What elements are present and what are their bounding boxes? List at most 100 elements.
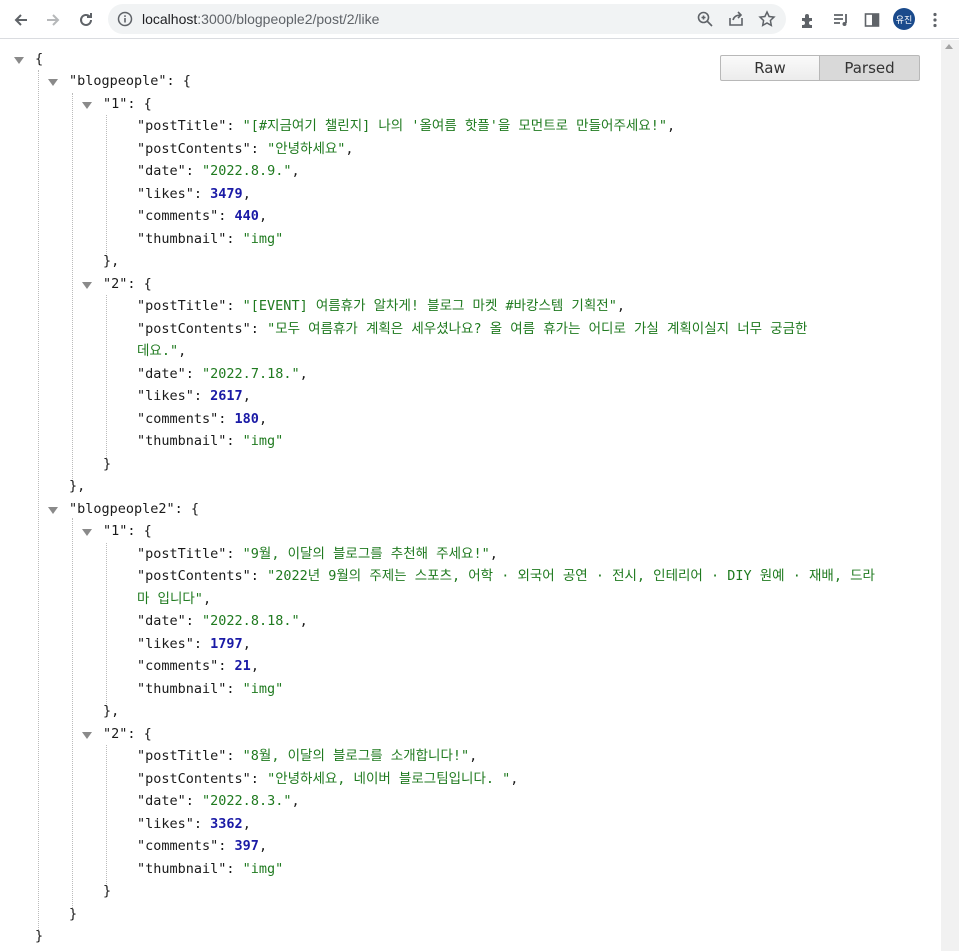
json-key: "postContents": [137, 771, 251, 787]
json-brace: },: [103, 253, 120, 269]
json-key: "likes": [137, 186, 194, 202]
json-number-value: 21: [234, 658, 251, 674]
json-key: "date": [137, 366, 186, 382]
menu-kebab-icon[interactable]: [922, 7, 948, 33]
json-brace: }: [103, 883, 112, 899]
json-line: "comments": 397,: [137, 838, 268, 854]
address-bar[interactable]: localhost:3000/blogpeople2/post/2/like: [108, 4, 786, 34]
url-host: localhost: [142, 11, 198, 27]
json-number-value: 397: [234, 838, 259, 854]
json-string-value: "img": [242, 231, 284, 247]
json-line: "thumbnail": "img": [137, 433, 284, 449]
json-key: "1": [103, 523, 128, 539]
json-key: "likes": [137, 636, 194, 652]
json-number-value: 3479: [210, 186, 243, 202]
json-string-value: "2022.7.18.": [202, 366, 300, 382]
collapse-arrow-icon[interactable]: [14, 57, 24, 64]
json-line: "comments": 440,: [137, 208, 268, 224]
json-line: "2": {: [103, 726, 152, 742]
json-brace: }: [35, 928, 44, 944]
json-string-value: 데요.": [137, 343, 179, 359]
json-key: "postContents": [137, 321, 251, 337]
json-line: 데요.",: [137, 343, 187, 359]
profile-avatar[interactable]: 유진: [893, 8, 915, 30]
json-brace: {: [35, 51, 44, 67]
indent-guide: [72, 518, 73, 908]
raw-button[interactable]: Raw: [720, 55, 820, 81]
json-line: "likes": 2617,: [137, 388, 251, 404]
json-number-value: 1797: [210, 636, 243, 652]
json-number-value: 180: [234, 411, 259, 427]
json-line: "postTitle": "9월, 이달의 블로그를 추천해 주세요!",: [137, 546, 498, 562]
url-path: :3000/blogpeople2/post/2/like: [197, 11, 380, 27]
indent-guide: [106, 295, 107, 460]
json-number-value: 2617: [210, 388, 243, 404]
json-brace: }: [69, 906, 78, 922]
bookmark-star-icon[interactable]: [758, 10, 776, 28]
json-string-value: "안녕하세요": [267, 141, 346, 157]
json-brace: },: [103, 703, 120, 719]
collapse-arrow-icon[interactable]: [82, 282, 92, 289]
browser-toolbar: localhost:3000/blogpeople2/post/2/like 유…: [0, 0, 959, 39]
url-text: localhost:3000/blogpeople2/post/2/like: [142, 11, 379, 27]
collapse-arrow-icon[interactable]: [82, 529, 92, 536]
share-icon[interactable]: [727, 10, 745, 28]
json-line: "likes": 3479,: [137, 186, 251, 202]
json-line: "2": {: [103, 276, 152, 292]
indent-guide: [38, 70, 39, 930]
json-line: "1": {: [103, 96, 152, 112]
json-line: "thumbnail": "img": [137, 681, 284, 697]
view-mode-toggle: Raw Parsed: [720, 55, 920, 81]
json-key: "date": [137, 793, 186, 809]
json-line: 마 입니다",: [137, 591, 212, 607]
json-line: "postContents": "안녕하세요",: [137, 141, 354, 157]
json-viewer: Raw Parsed { "blogpeople": { "1": { "pos…: [0, 40, 941, 951]
json-key: "postTitle": [137, 118, 227, 134]
json-key: "thumbnail": [137, 861, 227, 877]
indent-guide: [106, 543, 107, 708]
json-line: "date": "2022.8.3.",: [137, 793, 300, 809]
json-line: "postContents": "2022년 9월의 주제는 스포츠, 어학 ·…: [137, 568, 875, 584]
json-key: "thumbnail": [137, 681, 227, 697]
json-string-value: "2022.8.9.": [202, 163, 292, 179]
indent-guide: [106, 115, 107, 258]
collapse-arrow-icon[interactable]: [82, 732, 92, 739]
back-icon[interactable]: [8, 7, 34, 33]
json-key: "comments": [137, 208, 219, 224]
json-line: "postContents": "모두 여름휴가 계획은 세우셨나요? 올 여름…: [137, 321, 808, 337]
json-key: "blogpeople": [69, 73, 167, 89]
json-key: "postContents": [137, 568, 251, 584]
json-line: "likes": 3362,: [137, 816, 251, 832]
json-string-value: "img": [242, 433, 284, 449]
media-control-icon[interactable]: [828, 7, 854, 33]
json-string-value: "9월, 이달의 블로그를 추천해 주세요!": [242, 546, 490, 562]
collapse-arrow-icon[interactable]: [82, 102, 92, 109]
side-panel-icon[interactable]: [859, 7, 885, 33]
json-string-value: "2022년 9월의 주제는 스포츠, 어학 · 외국어 공연 · 전시, 인테…: [267, 568, 875, 584]
json-key: "postTitle": [137, 748, 227, 764]
parsed-button[interactable]: Parsed: [820, 55, 920, 81]
zoom-icon[interactable]: [696, 10, 714, 28]
scroll-up-arrow-icon[interactable]: [945, 44, 953, 49]
reload-icon[interactable]: [73, 7, 99, 33]
json-line: "thumbnail": "img": [137, 861, 284, 877]
collapse-arrow-icon[interactable]: [48, 79, 58, 86]
info-icon[interactable]: [117, 11, 133, 32]
json-key: "postContents": [137, 141, 251, 157]
json-key: "blogpeople2": [69, 501, 175, 517]
json-number-value: 3362: [210, 816, 243, 832]
collapse-arrow-icon[interactable]: [48, 507, 58, 514]
extensions-icon[interactable]: [795, 7, 821, 33]
json-key: "thumbnail": [137, 231, 227, 247]
json-key: "postTitle": [137, 298, 227, 314]
json-string-value: "안녕하세요, 네이버 블로그팀입니다. ": [267, 771, 511, 787]
json-line: "comments": 180,: [137, 411, 268, 427]
vertical-scrollbar[interactable]: [941, 40, 959, 951]
json-key: "comments": [137, 411, 219, 427]
json-line: "date": "2022.8.18.",: [137, 613, 308, 629]
json-line: "likes": 1797,: [137, 636, 251, 652]
forward-icon[interactable]: [40, 7, 66, 33]
json-brace: }: [103, 456, 112, 472]
json-line: "comments": 21,: [137, 658, 259, 674]
json-key: "likes": [137, 816, 194, 832]
